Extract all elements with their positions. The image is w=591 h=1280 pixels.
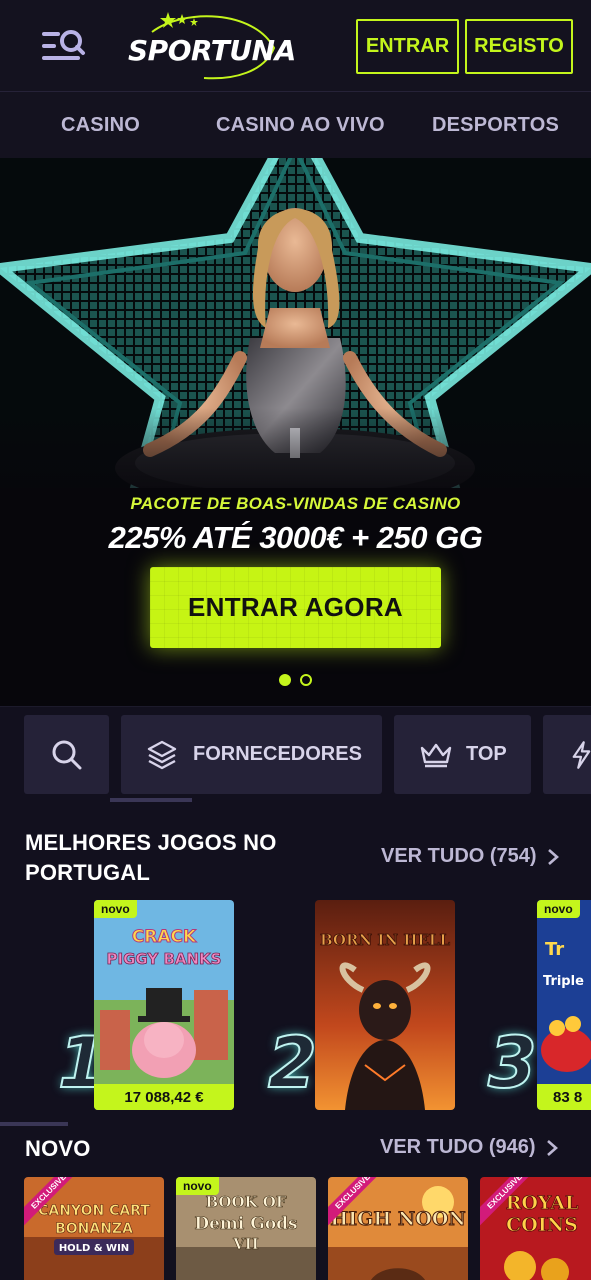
svg-text:BONANZA: BONANZA bbox=[55, 1221, 133, 1237]
top-header: SPORTUNA ENTRAR REGISTO bbox=[0, 0, 591, 92]
game-card-crack-more-piggy-banks[interactable]: CRACK PIGGY BANKS novo 17 088,42 € bbox=[94, 900, 234, 1110]
new-games-view-all[interactable]: VER TUDO (946) bbox=[380, 1136, 558, 1159]
game-card-born-in-hell[interactable]: BORN IN HELL bbox=[315, 900, 455, 1110]
svg-text:Tr: Tr bbox=[545, 939, 564, 960]
search-filter-button[interactable] bbox=[24, 715, 109, 794]
svg-text:HOLD & WIN: HOLD & WIN bbox=[59, 1243, 129, 1254]
svg-text:ROYAL: ROYAL bbox=[506, 1192, 579, 1214]
rank-number-2: 2 bbox=[267, 1021, 318, 1105]
brand-name: SPORTUNA bbox=[128, 34, 296, 67]
fast-filter-button[interactable] bbox=[543, 715, 591, 794]
chevron-right-icon bbox=[547, 848, 559, 865]
sportuna-logo[interactable]: SPORTUNA bbox=[124, 12, 296, 82]
svg-text:Demi Gods: Demi Gods bbox=[194, 1214, 297, 1234]
svg-text:CRACK: CRACK bbox=[132, 927, 197, 947]
svg-text:COINS: COINS bbox=[506, 1214, 578, 1236]
new-badge: novo bbox=[176, 1177, 219, 1195]
new-badge: novo bbox=[94, 900, 137, 918]
menu-search-icon bbox=[42, 30, 85, 60]
tab-casino[interactable]: CASINO bbox=[61, 92, 140, 158]
new-games-view-all-label: VER TUDO (946) bbox=[380, 1136, 536, 1158]
crown-icon bbox=[420, 743, 452, 767]
new-badge: novo bbox=[537, 900, 580, 918]
svg-text:HIGH NOON: HIGH NOON bbox=[330, 1208, 465, 1230]
carousel-dot-1[interactable] bbox=[279, 674, 291, 686]
top-label: TOP bbox=[466, 743, 507, 765]
chevron-right-icon bbox=[546, 1139, 558, 1156]
game-card-triple[interactable]: Tr Triple novo 83 8 bbox=[537, 900, 591, 1110]
game-card-high-noon[interactable]: HIGH NOON EXCLUSIVE bbox=[328, 1177, 468, 1280]
lightning-icon bbox=[572, 740, 591, 769]
new-games-title: NOVO bbox=[25, 1136, 91, 1161]
top-games-title-line2: PORTUGAL bbox=[25, 860, 151, 885]
top-games-scroll-indicator bbox=[0, 1122, 68, 1126]
promo-banner[interactable]: PACOTE DE BOAS-VINDAS DE CASINO 225% ATÉ… bbox=[0, 158, 591, 706]
svg-text:CANYON CART: CANYON CART bbox=[38, 1203, 150, 1219]
game-card-canyon-cart-bonanza[interactable]: CANYON CART BONANZA HOLD & WIN EXCLUSIVE bbox=[24, 1177, 164, 1280]
filter-bar: FORNECEDORES TOP bbox=[0, 706, 591, 802]
svg-text:BORN IN HELL: BORN IN HELL bbox=[320, 931, 451, 949]
top-games-view-all[interactable]: VER TUDO (754) bbox=[381, 845, 559, 868]
game-thumbnail: Tr Triple bbox=[537, 900, 591, 1110]
top-games-title: MELHORES JOGOS NO PORTUGAL bbox=[25, 828, 277, 888]
rank-number-3: 3 bbox=[487, 1021, 538, 1105]
svg-text:BOOK OF: BOOK OF bbox=[205, 1193, 286, 1211]
game-card-book-of-demi-gods-vii[interactable]: BOOK OF Demi Gods VII novo bbox=[176, 1177, 316, 1280]
tab-live-casino[interactable]: CASINO AO VIVO bbox=[216, 92, 385, 158]
svg-text:Triple: Triple bbox=[543, 974, 584, 989]
login-button[interactable]: ENTRAR bbox=[356, 19, 459, 74]
providers-filter-button[interactable]: FORNECEDORES bbox=[121, 715, 382, 794]
svg-text:PIGGY BANKS: PIGGY BANKS bbox=[107, 950, 222, 968]
search-icon bbox=[52, 740, 81, 769]
enter-now-button[interactable]: ENTRAR AGORA bbox=[150, 567, 441, 648]
providers-label: FORNECEDORES bbox=[193, 743, 362, 765]
tab-sports[interactable]: DESPORTOS bbox=[432, 92, 559, 158]
promo-subtitle: PACOTE DE BOAS-VINDAS DE CASINO bbox=[130, 494, 461, 513]
top-filter-button[interactable]: TOP bbox=[394, 715, 531, 794]
game-thumbnail: CRACK PIGGY BANKS bbox=[94, 900, 234, 1110]
promo-title: 225% ATÉ 3000€ + 250 GG bbox=[108, 520, 483, 555]
filter-scroll-indicator bbox=[110, 798, 192, 802]
carousel-dot-2[interactable] bbox=[300, 674, 312, 686]
top-games-view-all-label: VER TUDO (754) bbox=[381, 845, 537, 867]
game-card-royal-coins[interactable]: ROYAL COINS EXCLUSIVE bbox=[480, 1177, 591, 1280]
layers-icon bbox=[147, 740, 177, 769]
register-button[interactable]: REGISTO bbox=[465, 19, 573, 74]
jackpot-amount: 17 088,42 € bbox=[94, 1084, 234, 1110]
game-thumbnail: BORN IN HELL bbox=[315, 900, 455, 1110]
svg-text:VII: VII bbox=[232, 1235, 259, 1253]
menu-search-button[interactable] bbox=[40, 28, 86, 66]
jackpot-amount: 83 8 bbox=[537, 1084, 591, 1110]
top-games-title-line1: MELHORES JOGOS NO bbox=[25, 830, 277, 855]
main-nav: CASINO CASINO AO VIVO DESPORTOS bbox=[0, 92, 591, 158]
